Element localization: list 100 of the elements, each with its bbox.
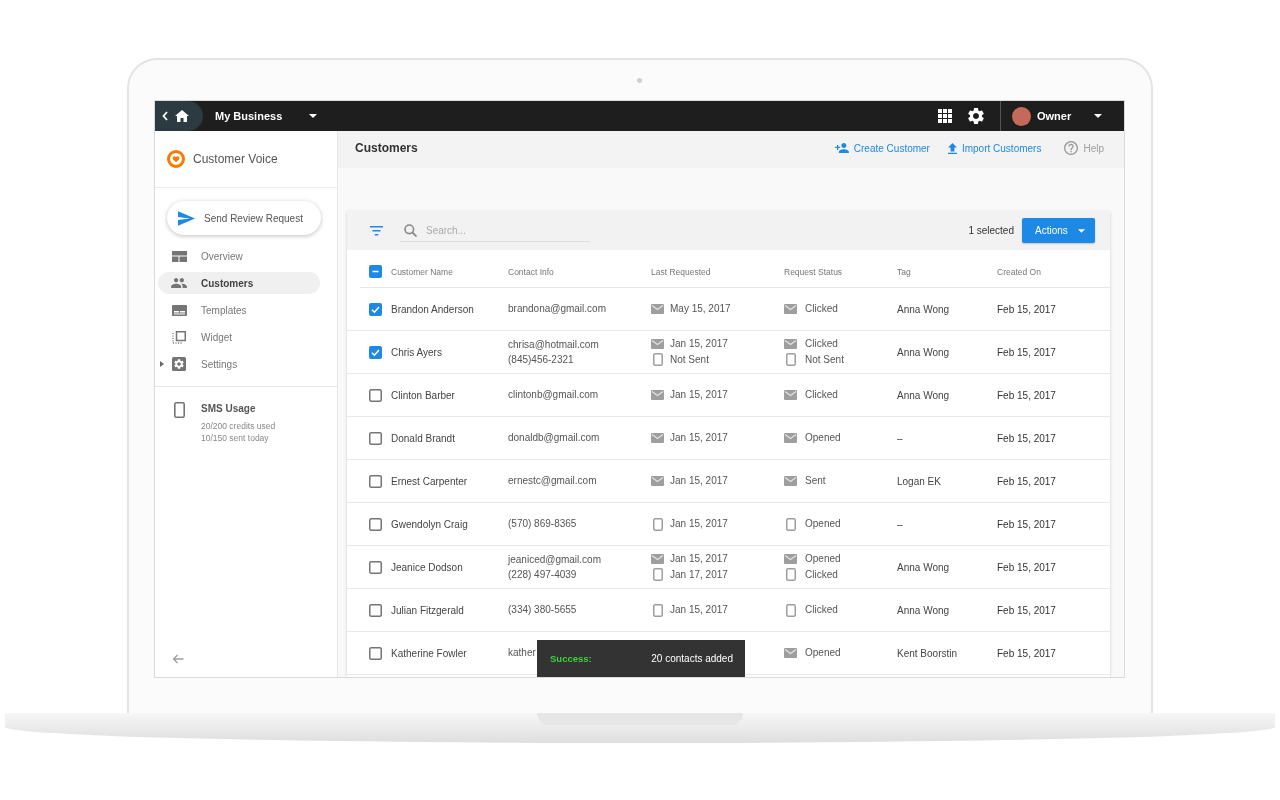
contact-text: donaldb@gmail.com <box>508 432 600 444</box>
created-date: Feb 15, 2017 <box>997 518 1056 530</box>
column-header[interactable]: Last Requested <box>651 266 711 277</box>
row-checkbox[interactable] <box>369 388 382 402</box>
date-text: Jan 15, 2017 <box>670 518 728 530</box>
created-date: Feb 15, 2017 <box>997 561 1056 573</box>
date-text: Jan 15, 2017 <box>670 475 728 487</box>
column-header[interactable]: Tag <box>897 266 911 277</box>
contact-text: (845)456-2321 <box>508 353 574 366</box>
date-text: Jan 15, 2017 <box>670 432 728 444</box>
sms-usage-title: SMS Usage <box>201 402 257 416</box>
settings-icon[interactable] <box>968 108 984 124</box>
row-checkbox[interactable] <box>369 560 382 574</box>
header-link[interactable]: Import Customers <box>947 142 1042 154</box>
phone-icon <box>652 353 663 366</box>
status-text: Clicked <box>805 604 838 616</box>
row-checkbox[interactable] <box>369 345 382 359</box>
caret-icon <box>1094 114 1102 118</box>
column-header[interactable]: Request Status <box>784 266 843 277</box>
contact-text: kather <box>508 647 536 659</box>
contact-text: ernestc@gmail.com <box>508 475 597 487</box>
mail-icon <box>784 390 797 400</box>
tag-text: Anna Wong <box>897 561 950 573</box>
mail-icon <box>784 433 797 443</box>
nav-item[interactable]: Settings <box>158 353 320 375</box>
status-text: Sent <box>805 475 826 487</box>
nav-item[interactable]: Overview <box>158 245 320 267</box>
row-checkbox[interactable] <box>369 517 382 531</box>
help-icon <box>1064 141 1079 155</box>
dashed-square-icon <box>172 330 186 344</box>
camera-icon <box>637 78 642 83</box>
search-field[interactable]: Search... <box>426 222 576 238</box>
expand-icon[interactable] <box>160 361 164 367</box>
contact-text: (334) 380-5655 <box>508 604 577 616</box>
mail-icon <box>651 390 664 400</box>
home-button[interactable] <box>155 101 203 131</box>
actions-button[interactable]: Actions <box>1022 218 1095 243</box>
send-review-request-button[interactable]: Send Review Request <box>167 201 321 235</box>
nav-item[interactable]: Widget <box>158 326 320 348</box>
search-icon <box>404 223 417 237</box>
header-link[interactable]: Create Customer <box>834 142 930 154</box>
nav-item[interactable]: Customers <box>158 272 320 294</box>
status-text: Opened <box>805 432 841 444</box>
column-header[interactable]: Customer Name <box>391 266 453 277</box>
phone-icon <box>785 603 796 617</box>
customer-name: Ernest Carpenter <box>391 475 468 487</box>
help-link[interactable]: Help <box>1064 141 1104 155</box>
status-text: Clicked <box>805 568 838 581</box>
send-icon <box>178 210 195 226</box>
row-checkbox[interactable] <box>369 603 382 617</box>
chevron-left-icon <box>162 111 168 121</box>
phone-icon <box>174 402 185 418</box>
contact-text: jeaniced@gmail.com <box>508 553 601 566</box>
tag-text: Anna Wong <box>897 346 950 358</box>
customer-name: Clinton Barber <box>391 389 455 401</box>
date-text: Not Sent <box>670 353 709 366</box>
customer-name: Gwendolyn Craig <box>391 518 468 530</box>
created-date: Feb 15, 2017 <box>997 303 1056 315</box>
selection-count: 1 selected <box>968 225 1014 236</box>
created-date: Feb 15, 2017 <box>997 604 1056 616</box>
contact-text: chrisa@hotmail.com <box>508 338 599 351</box>
row-checkbox[interactable] <box>369 431 382 445</box>
row-checkbox[interactable] <box>369 646 382 660</box>
contact-text: (228) 497-4039 <box>508 568 577 581</box>
mail-icon <box>784 304 797 314</box>
nav-item[interactable]: Templates <box>158 299 320 321</box>
created-date: Feb 15, 2017 <box>997 432 1056 444</box>
row-checkbox[interactable] <box>369 302 382 316</box>
phone-icon <box>785 353 796 366</box>
phone-icon <box>652 517 663 531</box>
select-all-checkbox[interactable] <box>369 265 382 278</box>
tag-text: – <box>897 432 903 444</box>
filter-icon[interactable] <box>370 225 383 236</box>
mail-icon <box>651 304 664 314</box>
business-dropdown[interactable]: My Business <box>203 101 325 131</box>
row-checkbox[interactable] <box>369 474 382 488</box>
customer-name: Jeanice Dodson <box>391 561 463 573</box>
customer-name: Katherine Fowler <box>391 647 467 659</box>
column-header[interactable]: Created On <box>997 266 1041 277</box>
tag-text: Logan EK <box>897 475 941 487</box>
sms-usage-text: 10/150 sent today <box>201 432 270 444</box>
phone-icon <box>785 517 796 531</box>
contact-text: clintonb@gmail.com <box>508 389 599 401</box>
page-title: Customers <box>355 141 418 155</box>
date-text: Jan 15, 2017 <box>670 338 728 350</box>
sms-usage-text: 20/200 credits used <box>201 420 276 432</box>
upload-icon <box>947 142 957 154</box>
column-header[interactable]: Contact Info <box>508 266 554 277</box>
tag-text: Anna Wong <box>897 604 950 616</box>
contact-text: (570) 869-8365 <box>508 518 577 530</box>
mail-icon <box>651 476 664 486</box>
people-icon <box>171 278 187 288</box>
mail-icon <box>784 339 797 349</box>
created-date: Feb 15, 2017 <box>997 346 1056 358</box>
caret-icon <box>309 114 317 118</box>
apps-grid-icon[interactable] <box>938 109 952 123</box>
phone-icon <box>652 568 663 581</box>
toast-title: Success: <box>550 653 592 664</box>
heart-logo-icon <box>167 150 185 168</box>
tag-text: Anna Wong <box>897 389 950 401</box>
